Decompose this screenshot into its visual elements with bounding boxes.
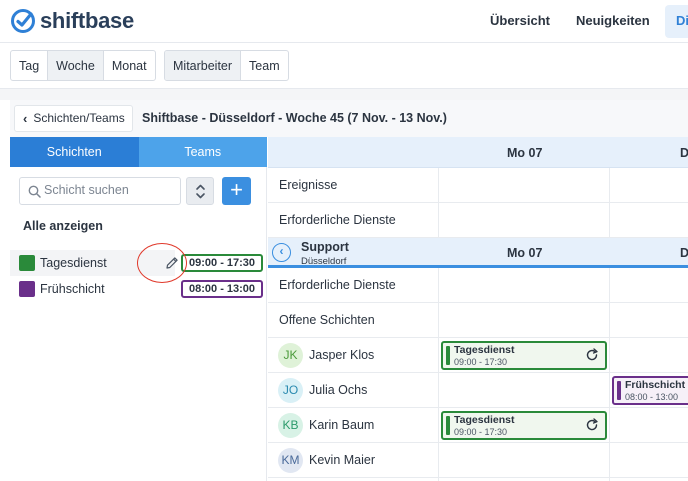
section-day-mo: Mo 07 bbox=[507, 246, 543, 260]
shift-card[interactable]: Tagesdienst 09:00 - 17:30 bbox=[441, 341, 607, 370]
group-mitarbeiter-button[interactable]: Mitarbeiter bbox=[165, 51, 242, 80]
group-mode-group: Mitarbeiter Team bbox=[164, 50, 289, 81]
chevron-left-icon: ‹ bbox=[23, 111, 28, 126]
repeat-icon bbox=[586, 348, 598, 361]
shift-sidebar: Schichten Teams + Alle anzeigen Tagesdie… bbox=[10, 137, 267, 481]
grid-row-ereignisse: Ereignisse bbox=[268, 168, 688, 203]
shift-card[interactable]: Frühschicht 08:00 - 13:00 bbox=[612, 376, 688, 405]
employee-name[interactable]: Karin Baum bbox=[309, 418, 374, 432]
tab-teams[interactable]: Teams bbox=[138, 137, 267, 167]
employee-name[interactable]: Jasper Klos bbox=[309, 348, 374, 362]
grid-header: Mo 07 D bbox=[268, 137, 688, 168]
avatar: KM bbox=[278, 448, 303, 473]
shift-name: Frühschicht bbox=[40, 282, 105, 296]
section-day-di: D bbox=[680, 246, 688, 260]
row-label: Offene Schichten bbox=[279, 313, 375, 327]
group-team-button[interactable]: Team bbox=[241, 51, 288, 80]
grid-divider bbox=[438, 268, 439, 481]
shift-color-swatch bbox=[19, 255, 35, 271]
schedule-grid: Mo 07 D Ereignisse Erforderliche Dienste… bbox=[268, 137, 688, 481]
show-all-link[interactable]: Alle anzeigen bbox=[23, 219, 103, 233]
team-section-header: ‹ Support Düsseldorf Mo 07 D bbox=[268, 238, 688, 268]
spacer bbox=[0, 89, 688, 100]
top-navbar: shiftbase Übersicht Neuigkeiten Di bbox=[0, 0, 688, 43]
logo-text: shiftbase bbox=[40, 8, 134, 33]
avatar: JO bbox=[278, 378, 303, 403]
shift-card-time: 09:00 - 17:30 bbox=[454, 427, 508, 437]
sort-updown-icon bbox=[196, 184, 205, 199]
shift-color-bar bbox=[617, 381, 621, 400]
shift-card-title: Frühschicht bbox=[625, 379, 686, 391]
shift-card-title: Tagesdienst bbox=[454, 344, 515, 356]
shift-search-input[interactable] bbox=[44, 183, 174, 197]
shift-card-title: Tagesdienst bbox=[454, 414, 515, 426]
grid-divider bbox=[438, 168, 439, 238]
shift-time-badge: 08:00 - 13:00 bbox=[181, 280, 264, 298]
grid-row-erforderliche: Erforderliche Dienste bbox=[268, 203, 688, 238]
day-header-di: D bbox=[680, 146, 688, 160]
nav-neuigkeiten[interactable]: Neuigkeiten bbox=[576, 13, 650, 28]
employee-name[interactable]: Kevin Maier bbox=[309, 453, 375, 467]
view-tag-button[interactable]: Tag bbox=[11, 51, 49, 80]
sort-button[interactable] bbox=[186, 177, 214, 205]
row-label: Ereignisse bbox=[279, 178, 338, 192]
shift-name: Tagesdienst bbox=[40, 256, 107, 270]
sidebar-tabs: Schichten Teams bbox=[10, 137, 267, 167]
team-name: Support bbox=[301, 240, 349, 254]
row-label: Erforderliche Dienste bbox=[279, 213, 396, 227]
shift-card[interactable]: Tagesdienst 09:00 - 17:30 bbox=[441, 411, 607, 440]
tab-schichten[interactable]: Schichten bbox=[10, 137, 139, 167]
plus-icon: + bbox=[230, 177, 243, 202]
shift-color-bar bbox=[446, 416, 450, 435]
repeat-icon bbox=[586, 418, 598, 431]
day-header-mo: Mo 07 bbox=[507, 146, 543, 160]
back-button-label: Schichten/Teams bbox=[33, 111, 125, 125]
grid-divider bbox=[609, 268, 610, 481]
nav-uebersicht[interactable]: Übersicht bbox=[490, 13, 550, 28]
employee-name[interactable]: Julia Ochs bbox=[309, 383, 367, 397]
team-location: Düsseldorf bbox=[301, 256, 347, 267]
chevron-left-icon[interactable]: ‹ bbox=[272, 243, 291, 262]
shift-color-bar bbox=[446, 346, 450, 365]
nav-dienstplan-active[interactable]: Di bbox=[665, 5, 688, 38]
view-woche-button[interactable]: Woche bbox=[48, 51, 104, 80]
highlight-circle bbox=[137, 243, 187, 283]
search-icon bbox=[28, 185, 41, 198]
page-title: Shiftbase - Düsseldorf - Woche 45 (7 Nov… bbox=[142, 111, 447, 125]
back-button[interactable]: ‹ Schichten/Teams bbox=[14, 105, 133, 132]
avatar: KB bbox=[278, 413, 303, 438]
row-label: Erforderliche Dienste bbox=[279, 278, 396, 292]
view-toolbar: Tag Woche Monat Mitarbeiter Team bbox=[0, 43, 688, 89]
shift-color-swatch bbox=[19, 281, 35, 297]
shift-card-time: 08:00 - 13:00 bbox=[625, 392, 679, 402]
grid-divider bbox=[609, 168, 610, 238]
breadcrumb: ‹ Schichten/Teams Shiftbase - Düsseldorf… bbox=[10, 100, 688, 137]
grid-row-offene: Offene Schichten bbox=[268, 303, 688, 338]
shift-card-time: 09:00 - 17:30 bbox=[454, 357, 508, 367]
shift-list-item[interactable]: Frühschicht 08:00 - 13:00 bbox=[10, 276, 267, 302]
view-mode-group: Tag Woche Monat bbox=[10, 50, 156, 81]
view-monat-button[interactable]: Monat bbox=[104, 51, 155, 80]
avatar: JK bbox=[278, 343, 303, 368]
logo[interactable]: shiftbase bbox=[10, 8, 134, 34]
logo-check-icon bbox=[11, 9, 35, 33]
employee-row: KM Kevin Maier bbox=[268, 443, 688, 478]
shift-search-field bbox=[19, 177, 181, 205]
add-shift-button[interactable]: + bbox=[222, 177, 251, 205]
shift-time-badge: 09:00 - 17:30 bbox=[181, 254, 264, 272]
grid-row-erforderliche-team: Erforderliche Dienste bbox=[268, 268, 688, 303]
